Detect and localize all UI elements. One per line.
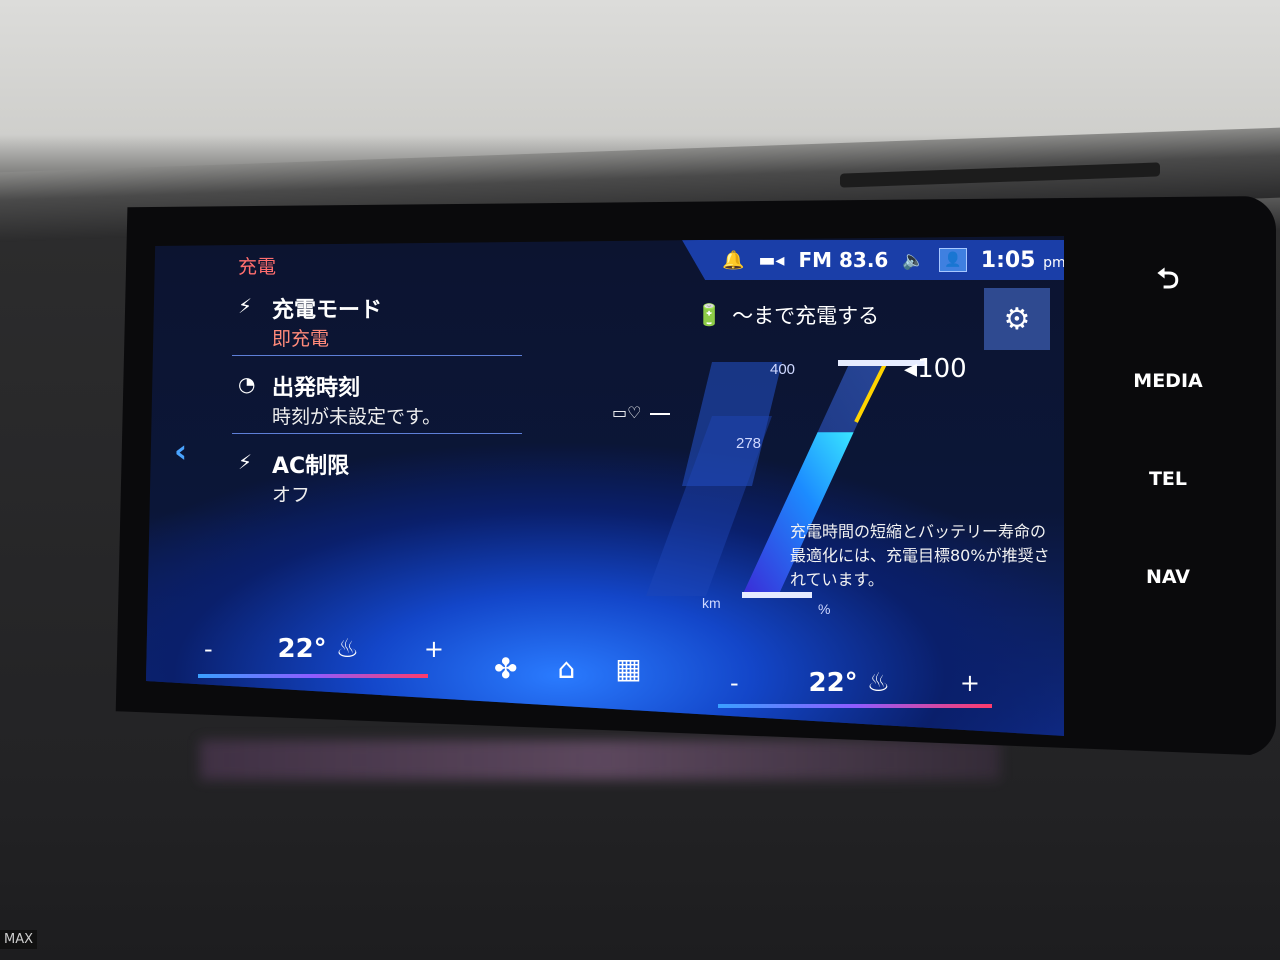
hardware-side-buttons: ⮌ MEDIA TEL NAV [1120, 262, 1216, 626]
menu-item-title: 出発時刻 [272, 376, 361, 401]
gauge-base [742, 592, 812, 598]
right-temp-slider[interactable] [718, 704, 992, 708]
menu-item-departure-time[interactable]: ◔ 出発時刻 時刻が未設定です。 [232, 364, 522, 434]
media-button[interactable]: MEDIA [1120, 332, 1216, 430]
left-temp-plus-button[interactable]: + [424, 635, 444, 663]
menu-item-value: 即充電 [272, 328, 330, 350]
right-climate-control: - 22° ♨ + [730, 668, 980, 698]
menu-item-value: 時刻が未設定です。 [272, 406, 442, 428]
menu-item-title: AC制限 [272, 454, 350, 479]
page-title: 充電 [238, 256, 277, 278]
charge-hint-text: 充電時間の短縮とバッテリー寿命の最適化には、充電目標80%が推奨されています。 [790, 522, 1050, 589]
gear-icon: ⚙ [1003, 301, 1031, 337]
menu-item-title: 充電モード [272, 298, 383, 323]
charge-target-value[interactable]: ◂100 [904, 354, 967, 384]
menu-item-value: オフ [272, 484, 311, 506]
seat-heat-icon[interactable]: ♨ [336, 634, 359, 664]
right-temp-plus-button[interactable]: + [960, 669, 980, 697]
max-hardware-label: MAX [0, 930, 38, 949]
nav-button[interactable]: NAV [1120, 528, 1216, 626]
tel-button[interactable]: TEL [1120, 430, 1216, 528]
status-bar: 🔔 ▬◂ FM 83.6 🔈 👤 1:05 pm [682, 240, 1064, 280]
plug-icon: ⚡ [238, 294, 253, 318]
bell-icon[interactable]: 🔔 [722, 250, 744, 271]
left-temp-minus-button[interactable]: - [204, 635, 213, 663]
ambient-light [200, 740, 1000, 780]
radio-station[interactable]: FM 83.6 [798, 248, 888, 272]
pct-unit-label: % [818, 601, 830, 617]
battery-target-icon: 🔋 [696, 302, 723, 327]
clock-icon: ◔ [238, 372, 256, 396]
seat-heat-icon[interactable]: ♨ [867, 668, 890, 698]
back-chevron-icon[interactable]: ‹ [174, 432, 187, 470]
right-temp-value[interactable]: 22° ♨ [809, 668, 891, 698]
ac-plug-icon: ⚡ [238, 450, 253, 474]
fan-icon[interactable]: ✤ [494, 652, 517, 685]
km-unit-label: km [702, 595, 721, 611]
menu-item-ac-limit[interactable]: ⚡ AC制限 オフ [232, 442, 522, 512]
right-temp-minus-button[interactable]: - [730, 669, 739, 697]
center-shortcuts: ✤ ⌂ ▦ [494, 652, 642, 685]
charge-target-label: ～まで充電する [732, 304, 880, 328]
menu-item-charge-mode[interactable]: ⚡ 充電モード 即充電 [232, 286, 522, 356]
current-km-label: 278 [736, 435, 761, 452]
left-climate-control: - 22° ♨ + [204, 634, 444, 664]
left-temp-value[interactable]: 22° ♨ [278, 634, 360, 664]
back-button[interactable]: ⮌ [1120, 262, 1216, 302]
top-km-label: 400 [770, 361, 795, 378]
settings-gear-button[interactable]: ⚙ [984, 288, 1050, 350]
home-icon[interactable]: ⌂ [557, 652, 575, 685]
signal-icon: ▬◂ [758, 249, 785, 271]
profile-icon[interactable]: 👤 [938, 248, 967, 272]
battery-health-icon: ▭♡ [612, 403, 641, 422]
speaker-icon[interactable]: 🔈 [902, 250, 924, 271]
clock: 1:05 pm [980, 247, 1064, 273]
apps-grid-icon[interactable]: ▦ [615, 652, 641, 685]
infotainment-screen: 🔔 ▬◂ FM 83.6 🔈 👤 1:05 pm 充電 ‹ ⚡ 充電モード 即充… [146, 236, 1064, 736]
charging-menu: ⚡ 充電モード 即充電 ◔ 出発時刻 時刻が未設定です。 ⚡ AC制限 オフ [232, 286, 522, 512]
charge-target-header: 🔋 ～まで充電する [696, 300, 879, 330]
left-temp-slider[interactable] [198, 674, 428, 678]
